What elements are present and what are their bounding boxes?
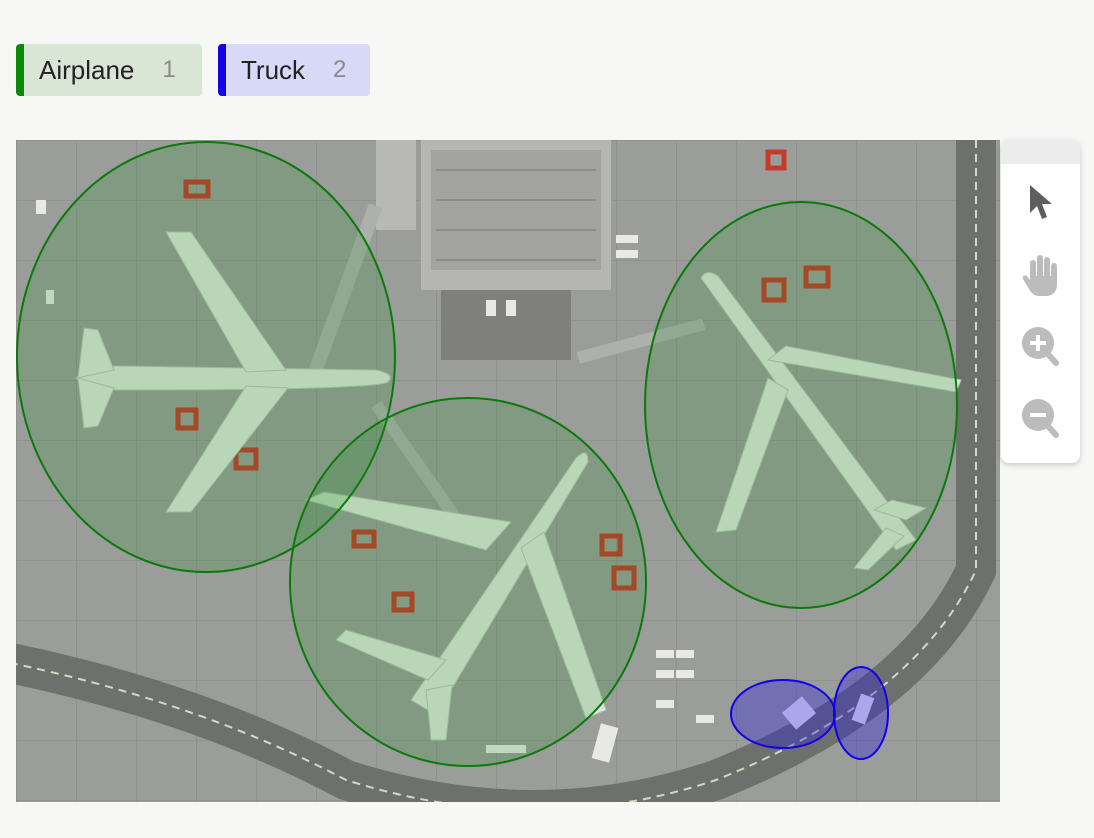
airplane-color-bar (16, 44, 24, 96)
tool-palette (1001, 140, 1080, 463)
truck-annotation-2[interactable] (833, 666, 889, 760)
zoom-in-icon (1022, 327, 1059, 366)
truck-annotation-1[interactable] (730, 679, 836, 749)
zoom-out-icon (1022, 399, 1059, 438)
label-count: 2 (333, 56, 347, 83)
image-canvas[interactable] (16, 140, 1000, 802)
aerial-airport-image (16, 140, 1000, 802)
label-name: Airplane (39, 54, 135, 85)
select-tool-button[interactable] (1020, 182, 1062, 224)
label-chips: Airplane 1 Truck 2 (16, 44, 370, 96)
label-name: Truck (241, 54, 306, 85)
label-chip-airplane[interactable]: Airplane 1 (16, 44, 202, 96)
airplane-annotation-2[interactable] (289, 397, 647, 767)
pan-tool-button[interactable] (1020, 254, 1062, 296)
label-count: 1 (162, 56, 176, 83)
label-chip-truck[interactable]: Truck 2 (218, 44, 370, 96)
hand-pan-icon (1022, 255, 1057, 296)
tool-palette-header[interactable] (1001, 140, 1080, 164)
pointer-arrow-icon (1030, 185, 1052, 219)
airplane-annotation-3[interactable] (644, 201, 958, 609)
zoom-in-button[interactable] (1020, 326, 1062, 368)
zoom-out-button[interactable] (1020, 398, 1062, 440)
truck-color-bar (218, 44, 226, 96)
